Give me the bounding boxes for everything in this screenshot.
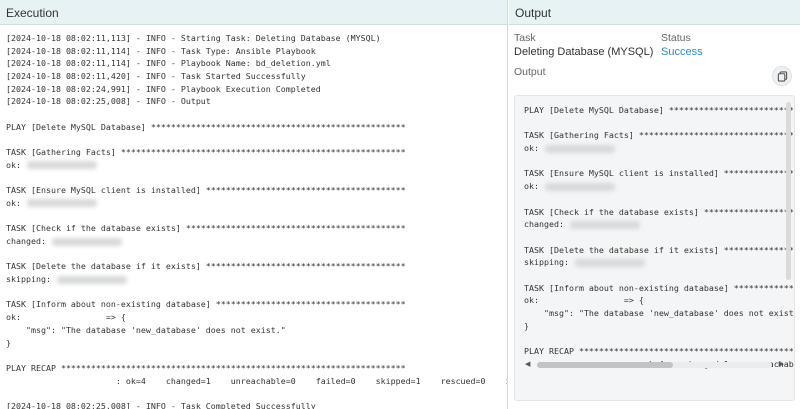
out-line: } [524, 320, 529, 331]
scroll-right-icon[interactable]: ▶ [779, 360, 784, 370]
task-label: Task [514, 32, 536, 44]
output-log: PLAY [Delete MySQL Database] ***********… [524, 104, 794, 372]
horizontal-scrollbar[interactable]: ◀ ▶ [525, 360, 784, 370]
exec-line [6, 134, 507, 147]
exec-line: ok: [6, 197, 507, 210]
out-line: skipping: [524, 256, 794, 269]
task-value: Deleting Database (MYSQL) [514, 46, 654, 58]
execution-pane: Execution [2024-10-18 08:02:11,113] - IN… [0, 0, 508, 409]
status-value: Success [661, 46, 703, 58]
exec-line: [2024-10-18 08:02:24,991] - INFO - Playb… [6, 83, 321, 94]
out-line [524, 231, 794, 244]
exec-line: ok: => { [6, 312, 126, 323]
out-line: changed: [524, 218, 794, 231]
output-console[interactable]: PLAY [Delete MySQL Database] ***********… [514, 95, 795, 401]
scroll-thumb[interactable] [537, 362, 674, 368]
out-line: TASK [Gathering Facts] *****************… [524, 130, 794, 141]
exec-line: [2024-10-18 08:02:11,113] - INFO - Start… [6, 33, 381, 43]
copy-button[interactable] [772, 66, 792, 86]
exec-line: "msg": "The database 'new_database' does… [6, 324, 286, 335]
out-line: ok: [524, 142, 794, 155]
out-line: TASK [Check if the database exists] ****… [524, 206, 794, 217]
exec-line: TASK [Ensure MySQL client is installed] … [6, 185, 406, 196]
vertical-scrollbar[interactable] [785, 102, 792, 356]
output-header: Output [509, 0, 800, 25]
exec-line [6, 172, 507, 185]
exec-line: PLAY RECAP *****************************… [6, 362, 406, 373]
out-line: "msg": "The database 'new_database' does… [524, 308, 794, 318]
copy-icon [777, 70, 787, 82]
exec-line: TASK [Check if the database exists] ****… [6, 223, 406, 234]
exec-line: PLAY [Delete MySQL Database] ***********… [6, 121, 406, 132]
exec-line: [2024-10-18 08:02:25,008] - INFO - Task … [6, 400, 316, 409]
out-line [524, 155, 794, 168]
exec-line: : ok=4 changed=1 unreachable=0 failed=0 … [6, 375, 507, 386]
exec-line: [2024-10-18 08:02:11,420] - INFO - Task … [6, 71, 306, 82]
exec-line [6, 286, 507, 299]
out-line: ok: => { [524, 295, 644, 306]
output-label: Output [514, 66, 546, 78]
out-line [524, 117, 794, 130]
exec-line [6, 108, 507, 121]
exec-line: TASK [Gathering Facts] *****************… [6, 147, 406, 158]
exec-line: [2024-10-18 08:02:11,114] - INFO - Task … [6, 45, 316, 56]
out-line: TASK [Ensure MySQL client is installed] … [524, 168, 794, 179]
out-line: TASK [Inform about non-existing database… [524, 282, 794, 293]
exec-line: skipping: [6, 273, 507, 286]
execution-header: Execution [0, 0, 507, 25]
exec-line: ok: [6, 159, 507, 172]
out-line: PLAY [Delete MySQL Database] ***********… [524, 105, 794, 115]
status-label: Status [661, 32, 691, 44]
out-line [524, 193, 794, 206]
out-line [524, 332, 794, 345]
task-meta: Task Deleting Database (MYSQL) Status Su… [514, 32, 792, 62]
output-pane: Output Task Deleting Database (MYSQL) St… [509, 0, 800, 409]
exec-line [6, 248, 507, 261]
out-line: ok: [524, 180, 794, 193]
exec-line: changed: [6, 235, 507, 248]
exec-line [6, 210, 507, 223]
exec-line [6, 387, 507, 400]
exec-line: [2024-10-18 08:02:11,114] - INFO - Playb… [6, 58, 331, 69]
out-line: TASK [Delete the database if it exists] … [524, 244, 794, 255]
exec-line: [2024-10-18 08:02:25,008] - INFO - Outpu… [6, 96, 211, 107]
execution-log[interactable]: [2024-10-18 08:02:11,113] - INFO - Start… [0, 26, 507, 409]
exec-line: TASK [Delete the database if it exists] … [6, 261, 406, 272]
out-line: PLAY RECAP *****************************… [524, 346, 794, 357]
exec-line [6, 349, 507, 362]
exec-line: } [6, 337, 11, 348]
scroll-left-icon[interactable]: ◀ [525, 360, 530, 370]
exec-line: TASK [Inform about non-existing database… [6, 299, 406, 310]
out-line [524, 269, 794, 282]
